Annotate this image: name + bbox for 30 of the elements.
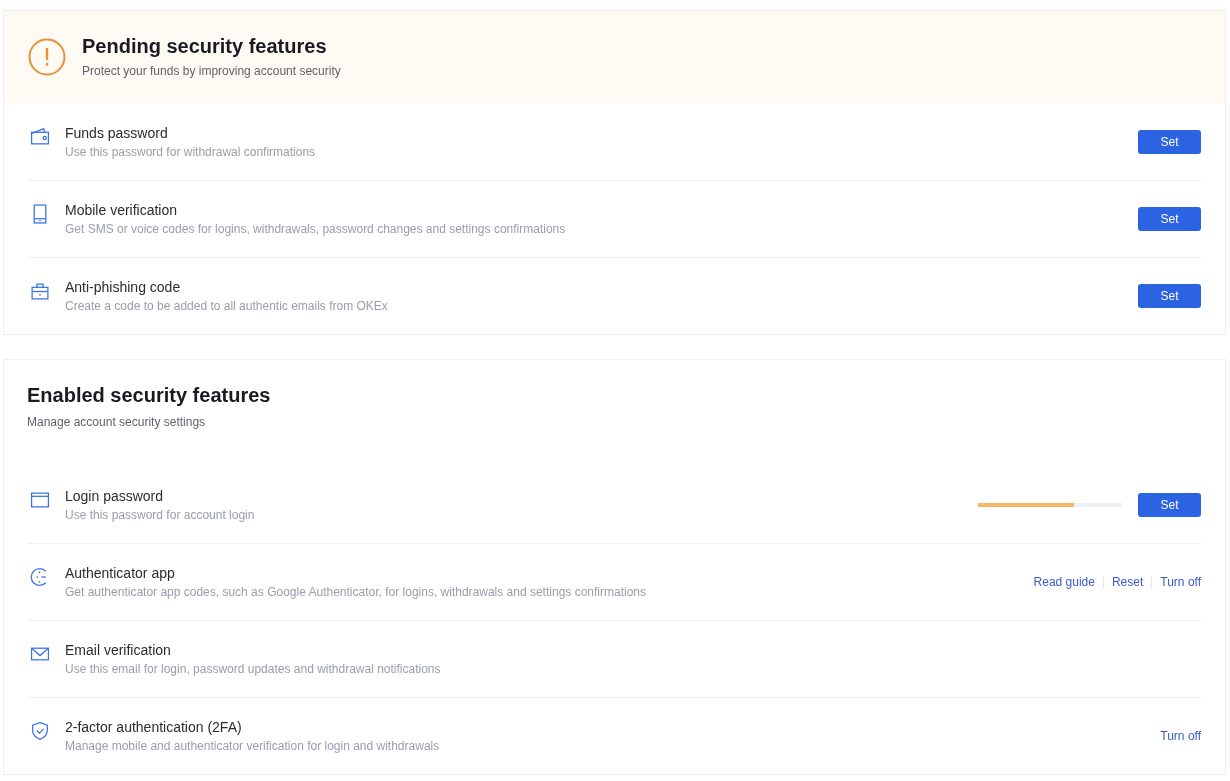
feature-description: Use this password for withdrawal confirmations [65, 145, 317, 159]
feature-description: Get authenticator app codes, such as Google Authenticator, for logins, withdrawals and settings confirmations [65, 585, 647, 599]
feature-description: Use this email for login, password updates and withdrawal notifications [65, 662, 442, 676]
action-link[interactable]: Reset [1111, 575, 1144, 589]
section-title: Pending security features [82, 35, 328, 58]
feature-description: Get SMS or voice codes for logins, withdrawals, password changes and settings confirmations [65, 222, 567, 236]
feature-description: Manage mobile and authenticator verification for login and withdrawals [65, 739, 441, 753]
feature-title: Mobile verification [65, 202, 179, 218]
wallet-icon [30, 127, 50, 147]
set-button[interactable]: Set [1138, 207, 1201, 231]
action-link[interactable]: Read guide [1033, 575, 1095, 589]
section-title: Enabled security features [27, 384, 272, 407]
feature-description: Create a code to be added to all authentic emails from OKEx [65, 299, 389, 313]
feature-title: 2-factor authentication (2FA) [65, 719, 243, 735]
action-link[interactable]: Turn off [1160, 729, 1201, 743]
feature-title: Funds password [65, 125, 169, 141]
section-subtitle: Protect your funds by improving account security [82, 64, 341, 78]
feature-title: Anti-phishing code [65, 279, 182, 295]
browser-window-icon [30, 490, 50, 510]
action-link[interactable]: Turn off [1160, 575, 1201, 589]
feature-title: Authenticator app [65, 565, 176, 581]
shield-check-icon [30, 721, 50, 741]
section-subtitle: Manage account security settings [27, 415, 207, 429]
exclamation-icon [28, 37, 66, 76]
set-button[interactable]: Set [1138, 493, 1201, 517]
feature-title: Email verification [65, 642, 172, 658]
feature-title: Login password [65, 488, 165, 504]
set-button[interactable]: Set [1138, 284, 1201, 308]
feature-description: Use this password for account login [65, 508, 256, 522]
set-button[interactable]: Set [1138, 130, 1201, 154]
